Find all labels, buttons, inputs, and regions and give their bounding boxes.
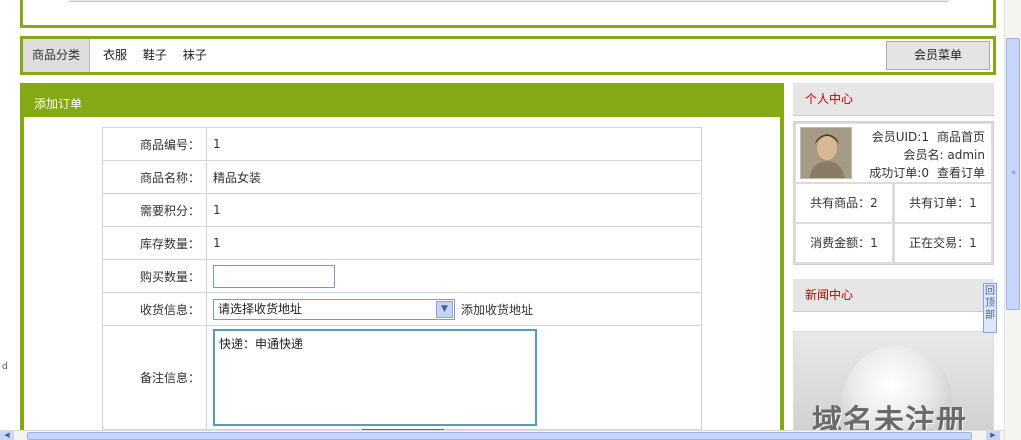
- product-home-link[interactable]: 商品首页: [937, 130, 985, 144]
- stat-spent: 消费金额：1: [796, 224, 892, 262]
- category-label: 商品分类: [23, 39, 90, 72]
- panel-title: 添加订单: [24, 83, 780, 117]
- table-row: 备注信息： 快递：申通快递: [102, 325, 702, 430]
- news-center-title: 新闻中心: [793, 279, 994, 312]
- table-row: 收货信息： 请选择收货地址 ▼ 添加收货地址: [102, 292, 702, 326]
- points-label: 需要积分：: [102, 193, 207, 227]
- table-row: 需要积分： 1: [102, 193, 702, 227]
- profile-card: 会员UID:1 商品首页 会员名: admin 成功订单:0 查看订单 共有商品：2…: [793, 121, 994, 265]
- add-address-link[interactable]: 添加收货地址: [461, 303, 533, 317]
- scroll-left-icon[interactable]: ◀: [0, 431, 14, 440]
- remark-label: 备注信息：: [102, 325, 207, 430]
- shipping-address-select[interactable]: 请选择收货地址 ▼: [213, 298, 455, 320]
- chevron-down-icon[interactable]: ▼: [436, 300, 453, 318]
- member-name: 会员名: admin: [903, 148, 985, 162]
- category-item-shoes[interactable]: 鞋子: [143, 48, 167, 62]
- stat-total-orders: 共有订单：1: [895, 184, 991, 222]
- success-orders: 成功订单:0: [869, 166, 929, 180]
- product-id-value: 1: [206, 127, 702, 161]
- stat-trading: 正在交易：1: [895, 224, 991, 262]
- member-menu-button[interactable]: 会员菜单: [886, 41, 990, 70]
- product-name-value: 精品女装: [206, 160, 702, 194]
- order-form: 商品编号： 1 商品名称： 精品女装 需要积分： 1 库存数量： 1 购买数量：: [102, 127, 702, 430]
- stat-total-products: 共有商品：2: [796, 184, 892, 222]
- points-value: 1: [206, 193, 702, 227]
- horizontal-scrollbar[interactable]: ◀ ▶: [0, 430, 1004, 440]
- profile-summary: 会员UID:1 商品首页 会员名: admin 成功订单:0 查看订单: [796, 124, 991, 182]
- quantity-label: 购买数量：: [102, 259, 207, 293]
- stock-value: 1: [206, 226, 702, 260]
- avatar: [800, 127, 852, 179]
- remark-textarea[interactable]: 快递：申通快递: [213, 329, 537, 426]
- category-list: 衣服 鞋子 袜子: [103, 39, 219, 72]
- add-order-panel: 添加订单 商品编号： 1 商品名称： 精品女装 需要积分： 1 库存数量： 1 …: [20, 83, 784, 440]
- table-row: 库存数量： 1: [102, 226, 702, 260]
- page: 商品分类 衣服 鞋子 袜子 会员菜单 添加订单 商品编号： 1 商品名称： 精品…: [0, 0, 1021, 440]
- quantity-cell: [206, 259, 702, 293]
- category-bar: 商品分类 衣服 鞋子 袜子 会员菜单: [20, 36, 996, 75]
- shipping-cell: 请选择收货地址 ▼ 添加收货地址: [206, 292, 702, 326]
- personal-center-title: 个人中心: [793, 83, 994, 116]
- stock-label: 库存数量：: [102, 226, 207, 260]
- product-name-label: 商品名称：: [102, 160, 207, 194]
- grip-icon: ≡: [1011, 169, 1017, 176]
- remark-cell: 快递：申通快递: [206, 325, 702, 430]
- shipping-select-value: 请选择收货地址: [218, 301, 303, 316]
- scroll-right-icon[interactable]: ▶: [986, 431, 1000, 440]
- horizontal-scroll-thumb[interactable]: [27, 432, 972, 440]
- top-frame: [20, 0, 996, 28]
- quantity-input[interactable]: [213, 264, 335, 288]
- view-orders-link[interactable]: 查看订单: [937, 166, 985, 180]
- top-scrollbar[interactable]: [69, 0, 949, 2]
- table-row: 购买数量：: [102, 259, 702, 293]
- member-uid: 会员UID:1: [871, 130, 929, 144]
- profile-info: 会员UID:1 商品首页 会员名: admin 成功订单:0 查看订单: [869, 128, 985, 182]
- shipping-label: 收货信息：: [102, 292, 207, 326]
- product-id-label: 商品编号：: [102, 127, 207, 161]
- table-row: 商品名称： 精品女装: [102, 160, 702, 194]
- category-item-socks[interactable]: 袜子: [183, 48, 207, 62]
- back-to-top-button[interactable]: 回顶部: [983, 283, 997, 333]
- vertical-scrollbar[interactable]: ≡: [1004, 0, 1021, 440]
- left-edge-mark: d: [2, 362, 8, 372]
- vertical-scroll-thumb[interactable]: ≡: [1006, 38, 1020, 310]
- table-row: 商品编号： 1: [102, 127, 702, 161]
- member-stats: 共有商品：2 共有订单：1 消费金额：1 正在交易：1: [796, 184, 991, 262]
- category-item-clothes[interactable]: 衣服: [103, 48, 127, 62]
